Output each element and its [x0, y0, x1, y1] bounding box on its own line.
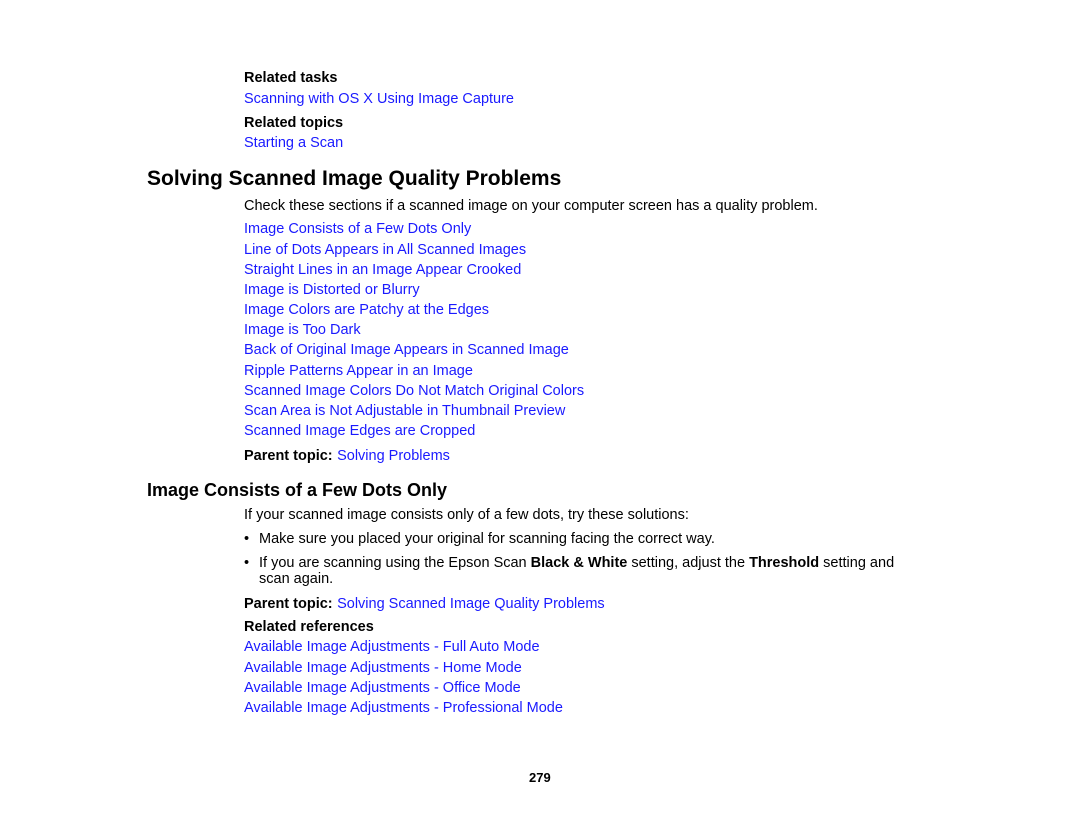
setting-name-threshold: Threshold	[749, 555, 820, 571]
related-tasks-label: Related tasks	[244, 70, 338, 86]
parent-topic-link[interactable]: Solving Scanned Image Quality Problems	[337, 596, 605, 612]
bullet-text-continuation: scan again.	[259, 571, 334, 587]
bullet-text: If you are scanning using the Epson Scan…	[259, 555, 894, 571]
topic-link[interactable]: Scan Area is Not Adjustable in Thumbnail…	[244, 403, 565, 419]
section-intro: Check these sections if a scanned image …	[244, 198, 818, 214]
setting-name-black-white: Black & White	[530, 555, 628, 571]
related-reference-link[interactable]: Available Image Adjustments - Office Mod…	[244, 680, 521, 696]
section-intro: If your scanned image consists only of a…	[244, 507, 689, 523]
topic-link[interactable]: Back of Original Image Appears in Scanne…	[244, 342, 569, 358]
parent-topic-label: Parent topic:	[244, 596, 333, 612]
bullet-text-part: setting, adjust the	[627, 555, 750, 571]
topic-link[interactable]: Straight Lines in an Image Appear Crooke…	[244, 262, 521, 278]
related-topic-link[interactable]: Starting a Scan	[244, 135, 343, 151]
section-title-solving-quality: Solving Scanned Image Quality Problems	[147, 167, 562, 190]
related-reference-link[interactable]: Available Image Adjustments - Full Auto …	[244, 639, 540, 655]
topic-link[interactable]: Scanned Image Edges are Cropped	[244, 423, 475, 439]
topic-link[interactable]: Image Colors are Patchy at the Edges	[244, 302, 489, 318]
topic-link[interactable]: Scanned Image Colors Do Not Match Origin…	[244, 383, 584, 399]
topic-link[interactable]: Ripple Patterns Appear in an Image	[244, 363, 473, 379]
bullet-icon: •	[244, 531, 250, 547]
topic-link[interactable]: Image Consists of a Few Dots Only	[244, 221, 471, 237]
related-references-label: Related references	[244, 619, 374, 635]
parent-topic-row: Parent topic: Solving Scanned Image Qual…	[244, 595, 605, 613]
related-task-link[interactable]: Scanning with OS X Using Image Capture	[244, 91, 514, 107]
parent-topic-link[interactable]: Solving Problems	[337, 448, 450, 464]
topic-link[interactable]: Image is Distorted or Blurry	[244, 282, 420, 298]
bullet-icon: •	[244, 555, 250, 571]
bullet-text-part: setting and	[819, 555, 895, 571]
related-reference-link[interactable]: Available Image Adjustments - Profession…	[244, 700, 563, 716]
page-number: 279	[529, 770, 551, 785]
related-reference-link[interactable]: Available Image Adjustments - Home Mode	[244, 660, 522, 676]
related-topics-label: Related topics	[244, 115, 344, 131]
topic-link[interactable]: Image is Too Dark	[244, 322, 361, 338]
bullet-text-part: If you are scanning using the Epson Scan	[259, 555, 531, 571]
parent-topic-label: Parent topic:	[244, 448, 333, 464]
bullet-text: Make sure you placed your original for s…	[259, 531, 715, 547]
section-title-few-dots: Image Consists of a Few Dots Only	[147, 480, 448, 500]
topic-link[interactable]: Line of Dots Appears in All Scanned Imag…	[244, 242, 526, 258]
parent-topic-row: Parent topic: Solving Problems	[244, 447, 450, 465]
